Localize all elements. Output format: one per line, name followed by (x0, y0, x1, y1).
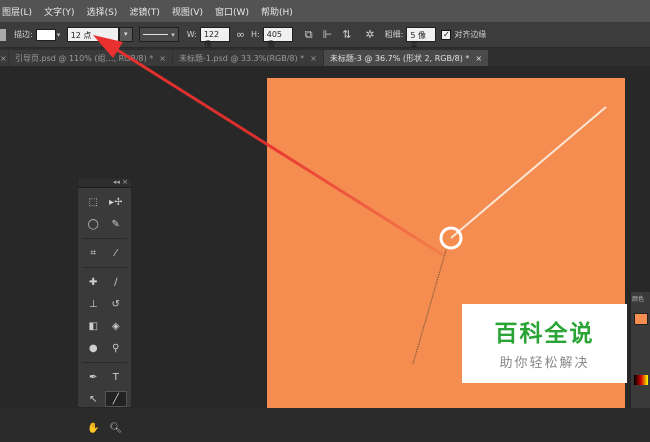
menu-help[interactable]: 帮助(H) (261, 5, 293, 18)
close-icon[interactable]: × (475, 54, 482, 63)
quick-select-tool-icon[interactable]: ✎ (105, 216, 128, 232)
fill-swatch-edge[interactable] (0, 28, 6, 41)
align-edges-label: 对齐边缘 (454, 30, 487, 39)
zoom-tool-icon[interactable]: 🔍︎ (105, 420, 128, 436)
gear-icon[interactable]: ✲ (365, 28, 374, 41)
align-edges-checkbox[interactable]: ✓ (441, 29, 452, 40)
menu-layer[interactable]: 图层(L) (2, 5, 32, 18)
options-bar: 描边: ▾ 12 点 ▾ ▾ W: 122 像 ∞ H: 405 像 ⧉ ⊩ ⇅… (0, 22, 650, 51)
menu-window[interactable]: 窗口(W) (215, 5, 249, 18)
stroke-type-select[interactable]: ▾ (138, 27, 179, 42)
close-icon[interactable]: × (159, 54, 166, 63)
divider (82, 267, 127, 268)
stroke-label: 描边: (14, 30, 33, 39)
path-alignment-icon[interactable]: ⊩ (323, 28, 333, 41)
tab-label: 引导页.psd @ 110% (组…, RGB/8) * (15, 53, 154, 63)
close-icon[interactable]: × (0, 54, 7, 63)
tab-label: 未标题-3 @ 36.7% (形状 2, RGB/8) * (329, 53, 470, 63)
move-tool-icon[interactable]: ▸✢ (105, 194, 128, 210)
menu-view[interactable]: 视图(V) (172, 5, 203, 18)
watermark-title: 百科全说 (494, 321, 595, 347)
divider (82, 238, 127, 239)
clone-stamp-icon[interactable]: ⊥ (82, 296, 105, 312)
document-tabs: × 引导页.psd @ 110% (组…, RGB/8) * × 未标题-1.p… (0, 48, 650, 66)
path-select-icon[interactable]: ↖ (82, 391, 105, 407)
tools-panel: ◂◂ × ⬚ ▸✢ ◯ ✎ ⌗ ⁄ ✚ ∕ ⊥ ↺ ◧ ◈ ● ⚲ ✒ T ↖ … (77, 177, 132, 434)
stroke-width-dropdown-icon[interactable]: ▾ (118, 27, 133, 42)
paint-bucket-icon[interactable]: ◈ (105, 318, 128, 334)
tool-grid: ⬚ ▸✢ ◯ ✎ ⌗ ⁄ ✚ ∕ ⊥ ↺ ◧ ◈ ● ⚲ ✒ T ↖ ╱ ✋ 🔍… (78, 188, 131, 442)
color-panel-title: 颜色 (632, 296, 645, 303)
color-spectrum[interactable] (634, 375, 648, 385)
menu-select[interactable]: 选择(S) (87, 5, 118, 18)
menu-bar: 图层(L) 文字(Y) 选择(S) 滤镜(T) 视图(V) 窗口(W) 帮助(H… (0, 0, 650, 22)
divider (82, 362, 127, 363)
tab-document-2[interactable]: 未标题-1.psd @ 33.3%(RGB/8) * × (172, 50, 323, 66)
watermark-subtitle: 助你轻松解决 (499, 356, 590, 371)
stroke-width-field[interactable]: 12 点 (66, 27, 119, 42)
path-operations-icon[interactable]: ⧉ (305, 28, 313, 42)
tools-panel-header[interactable]: ◂◂ × (78, 178, 131, 188)
line-tool-icon[interactable]: ╱ (104, 391, 127, 407)
history-brush-icon[interactable]: ↺ (105, 296, 128, 312)
menu-type[interactable]: 文字(Y) (44, 5, 75, 18)
watermark-logo: 百科全说 助你轻松解决 (462, 304, 627, 383)
hand-tool-icon[interactable]: ✋ (82, 420, 105, 436)
chevron-down-icon: ▾ (171, 30, 175, 39)
eraser-tool-icon[interactable]: ◧ (82, 318, 105, 334)
height-label: H: (251, 30, 260, 39)
divider (82, 413, 127, 414)
brush-tool-icon[interactable]: ∕ (105, 274, 128, 290)
tab-document-1[interactable]: 引导页.psd @ 110% (组…, RGB/8) * × (9, 50, 172, 66)
close-icon[interactable]: × (310, 54, 317, 63)
workspace: ◂◂ × ⬚ ▸✢ ◯ ✎ ⌗ ⁄ ✚ ∕ ⊥ ↺ ◧ ◈ ● ⚲ ✒ T ↖ … (0, 66, 650, 434)
weight-label: 粗细: (384, 30, 404, 39)
tab-label: 未标题-1.psd @ 33.3%(RGB/8) * (178, 53, 305, 63)
tab-overflow[interactable]: × (0, 50, 8, 66)
dodge-tool-icon[interactable]: ⚲ (105, 340, 128, 356)
stroke-dropdown-icon[interactable]: ▾ (57, 29, 63, 41)
pen-tool-icon[interactable]: ✒ (82, 369, 105, 385)
healing-brush-icon[interactable]: ✚ (82, 274, 105, 290)
close-icon[interactable]: ◂◂ × (113, 178, 128, 187)
type-tool-icon[interactable]: T (105, 369, 128, 385)
menu-filter[interactable]: 滤镜(T) (129, 5, 160, 18)
eyedropper-tool-icon[interactable]: ⁄ (105, 245, 128, 261)
blur-tool-icon[interactable]: ● (82, 340, 105, 356)
path-arrangement-icon[interactable]: ⇅ (342, 28, 351, 41)
width-label: W: (186, 30, 197, 39)
height-field[interactable]: 405 像 (262, 27, 293, 49)
weight-field[interactable]: 5 像素 (406, 27, 437, 51)
color-panel: 颜色 (630, 292, 650, 408)
stroke-color-swatch[interactable] (35, 28, 56, 41)
tab-document-3[interactable]: 未标题-3 @ 36.7% (形状 2, RGB/8) * × (323, 50, 489, 66)
foreground-color-swatch[interactable] (634, 313, 648, 325)
marquee-tool-icon[interactable]: ⬚ (82, 194, 105, 210)
crop-tool-icon[interactable]: ⌗ (82, 245, 105, 261)
width-field[interactable]: 122 像 (199, 27, 230, 49)
lasso-tool-icon[interactable]: ◯ (82, 216, 105, 232)
link-icon[interactable]: ∞ (236, 28, 245, 41)
stroke-line-preview (142, 34, 169, 35)
